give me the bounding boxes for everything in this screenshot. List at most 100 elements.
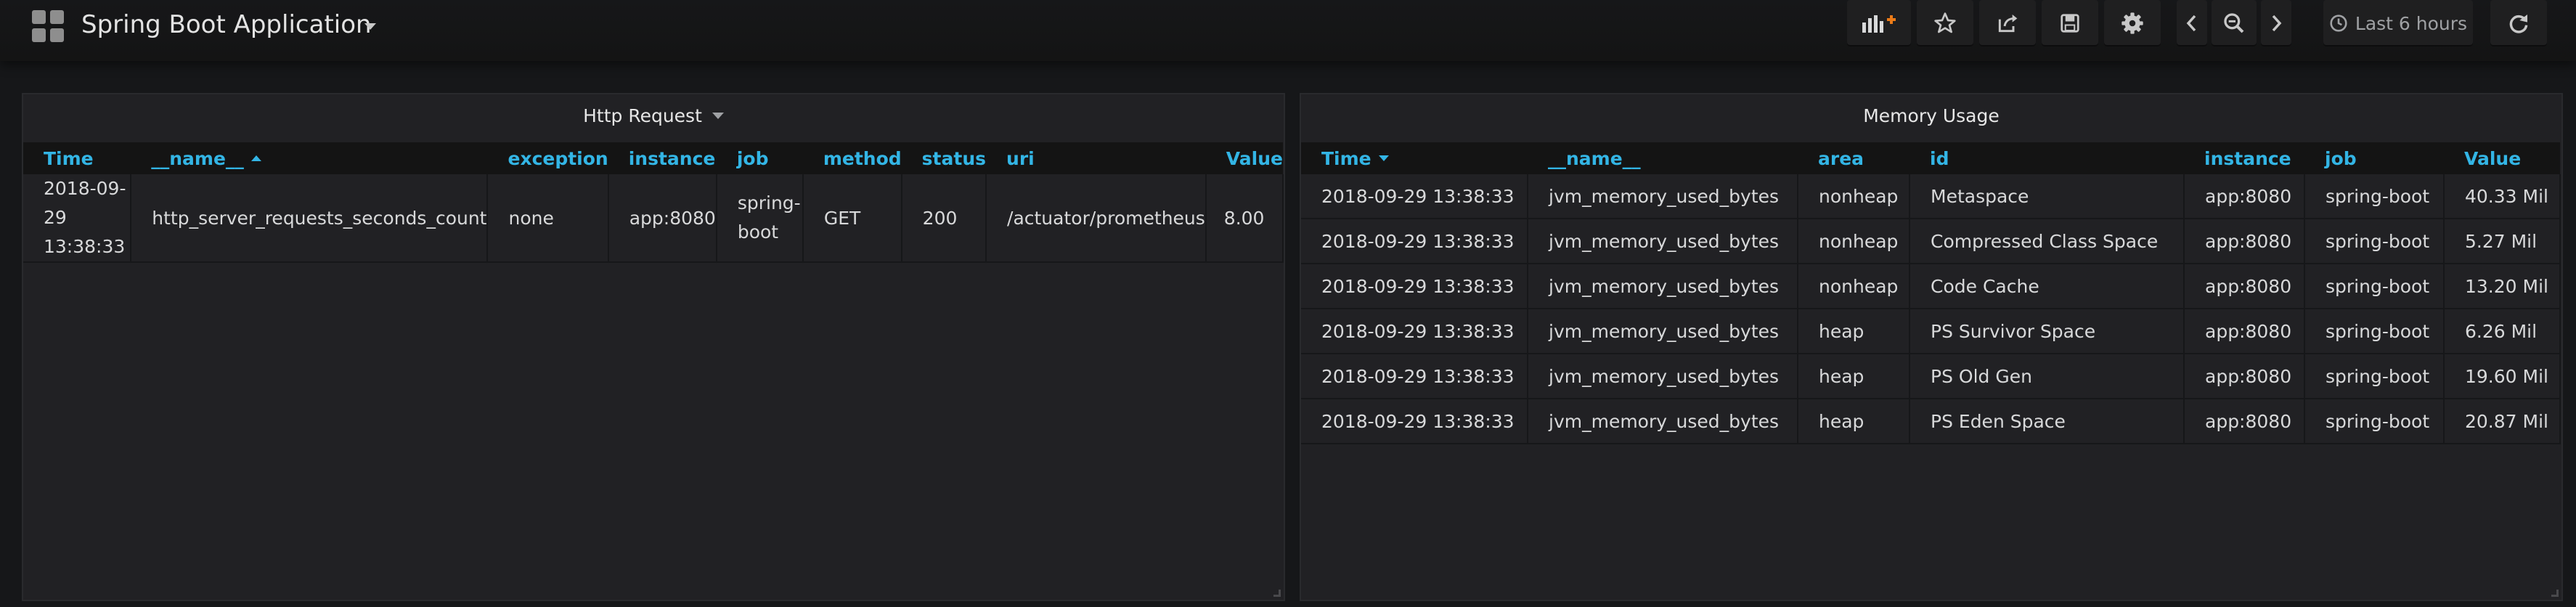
table-cell: app:8080	[2184, 219, 2305, 264]
table-cell: http_server_requests_seconds_count	[131, 174, 489, 263]
column-header[interactable]: __name__	[1528, 142, 1798, 174]
table-cell: spring-boot	[2304, 354, 2445, 399]
table-cell: 2018-09-29 13:38:33	[1301, 399, 1528, 444]
panel-resize-handle[interactable]	[2551, 590, 2559, 597]
column-header[interactable]: Time	[1301, 142, 1528, 174]
table-cell: heap	[1798, 309, 1910, 354]
table-cell: spring-boot	[2304, 264, 2445, 309]
table-cell: app:8080	[2184, 309, 2305, 354]
panel-title[interactable]: Http Request	[23, 94, 1284, 138]
memory-usage-panel: Memory Usage Time __name__ area id insta…	[1300, 93, 2563, 601]
column-header[interactable]: area	[1798, 142, 1909, 174]
table-header-row: Time __name__ exception instance job met…	[23, 142, 1283, 174]
column-header[interactable]: id	[1909, 142, 2184, 174]
column-header[interactable]: Value	[2444, 142, 2560, 174]
table-row: 2018-09-29 13:38:33 http_server_requests…	[23, 174, 1284, 263]
dashboards-grid-icon[interactable]	[32, 10, 64, 42]
caret-down-icon[interactable]	[364, 23, 376, 30]
panel-title-text: Http Request	[583, 105, 702, 126]
table-cell: jvm_memory_used_bytes	[1528, 354, 1798, 399]
dashboard-title[interactable]: Spring Boot Application	[81, 4, 372, 45]
column-header[interactable]: Time	[23, 142, 131, 174]
table-cell: PS Old Gen	[1909, 354, 2185, 399]
column-header[interactable]: job	[716, 142, 803, 174]
table-cell: PS Eden Space	[1909, 399, 2185, 444]
table-cell: jvm_memory_used_bytes	[1528, 219, 1798, 264]
time-shift-back-button[interactable]	[2177, 0, 2207, 46]
table-cell: 2018-09-29 13:38:33	[1301, 309, 1528, 354]
zoom-out-icon	[2224, 13, 2244, 33]
refresh-button[interactable]	[2490, 0, 2547, 46]
table-cell: 19.60 Mil	[2444, 354, 2561, 399]
table-cell: spring-boot	[2304, 219, 2445, 264]
table-row: 2018-09-29 13:38:33 jvm_memory_used_byte…	[1301, 219, 2561, 264]
column-header[interactable]: method	[802, 142, 902, 174]
refresh-icon	[2509, 15, 2528, 33]
panel-title-text: Memory Usage	[1863, 105, 2000, 126]
star-icon	[1934, 12, 1956, 33]
share-button[interactable]	[1979, 0, 2036, 46]
add-panel-button[interactable]	[1847, 0, 1911, 46]
table-cell: 2018-09-29 13:38:33	[1301, 354, 1528, 399]
table-cell: /actuator/prometheus	[986, 174, 1207, 263]
settings-button[interactable]	[2104, 0, 2161, 46]
save-icon	[2061, 14, 2079, 33]
add-panel-icon	[1862, 15, 1896, 33]
table-cell: 2018-09-29 13:38:33	[1301, 174, 1528, 219]
clock-icon	[2330, 15, 2347, 32]
table-cell: nonheap	[1798, 174, 1910, 219]
table-cell: app:8080	[608, 174, 717, 263]
panel-resize-handle[interactable]	[1273, 590, 1281, 597]
table-row: 2018-09-29 13:38:33 jvm_memory_used_byte…	[1301, 399, 2561, 444]
http-request-table: Time __name__ exception instance job met…	[23, 142, 1284, 263]
table-cell: nonheap	[1798, 219, 1910, 264]
table-row: 2018-09-29 13:38:33 jvm_memory_used_byte…	[1301, 264, 2561, 309]
table-cell: nonheap	[1798, 264, 1910, 309]
column-header[interactable]: Value	[1205, 142, 1283, 174]
column-header[interactable]: status	[901, 142, 987, 174]
table-cell: none	[487, 174, 609, 263]
table-row: 2018-09-29 13:38:33 jvm_memory_used_byte…	[1301, 309, 2561, 354]
panel-title[interactable]: Memory Usage	[1301, 94, 2561, 138]
column-header[interactable]: exception	[487, 142, 608, 174]
table-cell: 5.27 Mil	[2444, 219, 2561, 264]
column-header[interactable]: instance	[608, 142, 717, 174]
table-cell: app:8080	[2184, 264, 2305, 309]
table-cell: jvm_memory_used_bytes	[1528, 174, 1798, 219]
table-cell: jvm_memory_used_bytes	[1528, 264, 1798, 309]
column-header[interactable]: uri	[986, 142, 1206, 174]
time-shift-forward-button[interactable]	[2261, 0, 2291, 46]
table-cell: 2018-09-29 13:38:33	[23, 174, 132, 263]
table-cell: app:8080	[2184, 354, 2305, 399]
sort-ascending-icon	[250, 155, 261, 161]
table-cell: Metaspace	[1909, 174, 2185, 219]
table-header-row: Time __name__ area id instance job Value	[1301, 142, 2560, 174]
table-cell: jvm_memory_used_bytes	[1528, 309, 1798, 354]
chevron-left-icon	[2186, 15, 2196, 32]
column-header[interactable]: instance	[2184, 142, 2304, 174]
top-navbar: Spring Boot Application Last 6 hours	[0, 0, 2576, 61]
table-cell: app:8080	[2184, 399, 2305, 444]
table-cell: 13.20 Mil	[2444, 264, 2561, 309]
table-cell: 40.33 Mil	[2444, 174, 2561, 219]
time-range-picker[interactable]: Last 6 hours	[2323, 0, 2473, 46]
save-button[interactable]	[2042, 0, 2098, 46]
chevron-right-icon	[2272, 15, 2282, 32]
table-cell: 6.26 Mil	[2444, 309, 2561, 354]
column-header[interactable]: __name__	[131, 142, 488, 174]
table-cell: Code Cache	[1909, 264, 2185, 309]
table-cell: 200	[901, 174, 987, 263]
caret-down-icon[interactable]	[712, 112, 724, 119]
star-button[interactable]	[1917, 0, 1973, 46]
table-cell: 8.00	[1205, 174, 1284, 263]
table-cell: heap	[1798, 399, 1910, 444]
zoom-out-button[interactable]	[2212, 0, 2257, 46]
table-row: 2018-09-29 13:38:33 jvm_memory_used_byte…	[1301, 174, 2561, 219]
table-cell: spring-boot	[2304, 309, 2445, 354]
column-header[interactable]: job	[2304, 142, 2444, 174]
time-range-label: Last 6 hours	[2355, 12, 2468, 34]
table-row: 2018-09-29 13:38:33 jvm_memory_used_byte…	[1301, 354, 2561, 399]
sort-descending-icon	[1378, 155, 1389, 161]
memory-usage-table: Time __name__ area id instance job Value…	[1301, 142, 2561, 444]
table-cell: GET	[802, 174, 902, 263]
